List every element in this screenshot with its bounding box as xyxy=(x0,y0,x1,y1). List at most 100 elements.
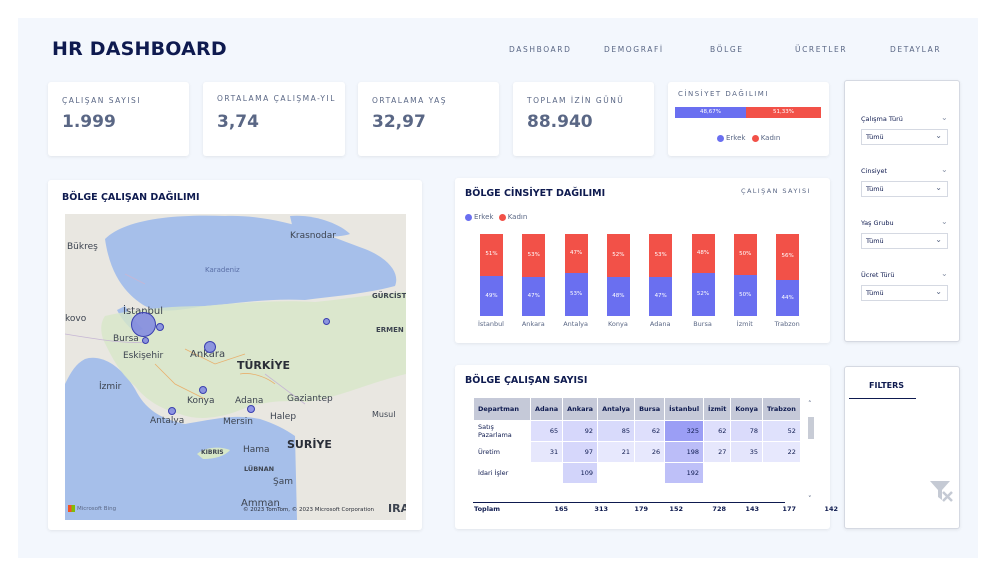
kpi-card-avg-age: ORTALAMA YAŞ 32,97 xyxy=(358,82,499,156)
matrix-scrollbar[interactable]: ˄ ˅ xyxy=(808,400,815,505)
scroll-down-icon[interactable]: ˅ xyxy=(808,495,812,503)
matrix-col-header[interactable]: Adana xyxy=(531,398,563,420)
table-cell xyxy=(635,463,665,483)
bar-segment-kadin[interactable]: 47% xyxy=(564,234,588,273)
table-cell: 325 xyxy=(665,421,704,441)
bar-segment-erkek[interactable]: 50% xyxy=(733,275,757,316)
matrix-col-header[interactable]: Trabzon xyxy=(763,398,800,420)
kpi-label: TOPLAM İZİN GÜNÜ xyxy=(527,96,625,105)
nav-ucretler[interactable]: ÜCRETLER xyxy=(795,45,847,54)
gender-bar-male[interactable]: 48,67% xyxy=(675,107,746,118)
gender-card-title: CİNSİYET DAĞILIMI xyxy=(678,90,769,98)
bar-segment-kadin[interactable]: 50% xyxy=(733,234,757,275)
table-row[interactable]: Üretim 31 97 21 26 198 27 35 22 xyxy=(474,442,800,462)
bar-segment-kadin[interactable]: 53% xyxy=(522,234,546,278)
map-label: ERMEN xyxy=(376,326,404,334)
x-axis-tick-label: Antalya xyxy=(563,320,588,328)
nav-demografi[interactable]: DEMOGRAFİ xyxy=(604,45,664,54)
map-label: SURİYE xyxy=(287,438,332,451)
matrix-col-header[interactable]: Departman xyxy=(474,398,530,420)
table-cell: 27 xyxy=(704,442,731,462)
matrix-col-header[interactable]: Ankara xyxy=(563,398,598,420)
chevron-down-icon[interactable]: ⌄ xyxy=(941,165,948,174)
kpi-card-leave-days: TOPLAM İZİN GÜNÜ 88.940 xyxy=(513,82,654,156)
map-card-title: BÖLGE ÇALIŞAN DAĞILIMI xyxy=(62,192,200,203)
bar-segment-erkek[interactable]: 48% xyxy=(606,276,630,316)
gender-bar-female[interactable]: 51,33% xyxy=(746,107,821,118)
nav-detaylar[interactable]: DETAYLAR xyxy=(890,45,941,54)
map-label: GÜRCİST xyxy=(372,292,406,300)
map-bubble-ankara[interactable] xyxy=(204,341,216,353)
filters-title: FILTERS xyxy=(869,381,905,390)
chevron-down-icon: ⌄ xyxy=(935,287,942,296)
gender-stacked-bar[interactable]: 48,67% 51,33% xyxy=(675,107,821,118)
map-bubble-izmit[interactable] xyxy=(156,323,164,331)
map-label: Bükreş xyxy=(67,242,98,252)
gender-card-legend: Erkek Kadın xyxy=(717,134,780,142)
matrix-total-row: Toplam 165 313 179 152 728 143 177 142 xyxy=(474,505,838,517)
map-background xyxy=(65,214,406,520)
bar-segment-kadin[interactable]: 53% xyxy=(649,234,673,278)
map-bubble-bursa[interactable] xyxy=(142,337,149,344)
bar-segment-kadin[interactable]: 52% xyxy=(606,234,630,277)
bar-segment-erkek[interactable]: 47% xyxy=(649,277,673,316)
matrix-title: BÖLGE ÇALIŞAN SAYISI xyxy=(465,375,588,386)
row-header: Üretim xyxy=(478,448,500,456)
chevron-down-icon[interactable]: ⌄ xyxy=(941,217,948,226)
x-axis-tick-label: Ankara xyxy=(521,320,545,328)
map-bubble-adana[interactable] xyxy=(247,405,255,413)
matrix-col-header[interactable]: Bursa xyxy=(635,398,665,420)
bar-column[interactable]: 47% 53% xyxy=(564,234,588,316)
bar-segment-erkek[interactable]: 52% xyxy=(691,273,715,316)
nav-bolge[interactable]: BÖLGE xyxy=(710,45,744,54)
table-cell: 78 xyxy=(731,421,762,441)
bar-column[interactable]: 48% 52% xyxy=(691,234,715,316)
slicer-dropdown-ucret-turu[interactable]: Tümü ⌄ xyxy=(861,285,948,301)
table-row[interactable]: İdari İşler 109 192 xyxy=(474,463,800,483)
matrix-col-header[interactable]: Konya xyxy=(731,398,762,420)
female-legend-dot xyxy=(751,134,759,142)
matrix-col-header[interactable]: İzmit xyxy=(704,398,731,420)
scrollbar-thumb[interactable] xyxy=(808,417,814,439)
map-label: IRA xyxy=(388,502,406,515)
bar-segment-erkek[interactable]: 47% xyxy=(522,277,546,316)
bar-segment-erkek[interactable]: 44% xyxy=(776,279,800,316)
bar-column[interactable]: 50% 50% xyxy=(733,234,757,316)
bar-column[interactable]: 53% 47% xyxy=(649,234,673,316)
slicer-dropdown-cinsiyet[interactable]: Tümü ⌄ xyxy=(861,181,948,197)
region-map[interactable]: Karadeniz Bükreş Krasnodar kovo İstanbul… xyxy=(65,214,406,520)
map-label: Musul xyxy=(372,410,396,419)
table-cell: 22 xyxy=(763,442,800,462)
bar-segment-kadin[interactable]: 48% xyxy=(691,234,715,274)
region-count-matrix[interactable]: Departman Adana Ankara Antalya Bursa İst… xyxy=(473,397,801,484)
bar-segment-kadin[interactable]: 51% xyxy=(480,234,503,276)
scroll-up-icon[interactable]: ˄ xyxy=(808,400,812,408)
map-label: Şam xyxy=(273,477,293,487)
map-bubble-konya[interactable] xyxy=(199,386,207,394)
bar-column[interactable]: 53% 47% xyxy=(522,234,546,316)
matrix-col-header[interactable]: Antalya xyxy=(598,398,635,420)
page-title: HR DASHBOARD xyxy=(52,38,227,60)
bar-column[interactable]: 52% 48% xyxy=(606,234,630,316)
slicer-dropdown-yas-grubu[interactable]: Tümü ⌄ xyxy=(861,233,948,249)
x-axis-tick-label: Trabzon xyxy=(774,320,800,328)
kpi-label: ORTALAMA YAŞ xyxy=(372,96,448,105)
nav-dashboard[interactable]: DASHBOARD xyxy=(509,45,571,54)
slicer-dropdown-calisma-turu[interactable]: Tümü ⌄ xyxy=(861,129,948,145)
bar-column[interactable]: 51% 49% xyxy=(480,234,503,316)
chevron-down-icon[interactable]: ⌄ xyxy=(941,269,948,278)
bar-column[interactable]: 56% 44% xyxy=(776,234,800,316)
slicer-value: Tümü xyxy=(866,289,884,297)
bar-segment-erkek[interactable]: 53% xyxy=(564,272,588,316)
filter-clear-icon[interactable] xyxy=(928,478,954,504)
map-bubble-istanbul[interactable] xyxy=(131,312,156,337)
map-label: Krasnodar xyxy=(290,231,336,241)
map-bubble-trabzon[interactable] xyxy=(323,318,330,325)
table-row[interactable]: Satış Pazarlama 65 92 85 62 325 62 78 52 xyxy=(474,421,800,441)
map-bubble-antalya[interactable] xyxy=(168,407,176,415)
chevron-down-icon[interactable]: ⌄ xyxy=(941,113,948,122)
matrix-col-header[interactable]: İstanbul xyxy=(665,398,704,420)
bar-segment-erkek[interactable]: 49% xyxy=(480,275,503,316)
bar-segment-kadin[interactable]: 56% xyxy=(776,234,800,280)
table-cell: 65 xyxy=(531,421,563,441)
